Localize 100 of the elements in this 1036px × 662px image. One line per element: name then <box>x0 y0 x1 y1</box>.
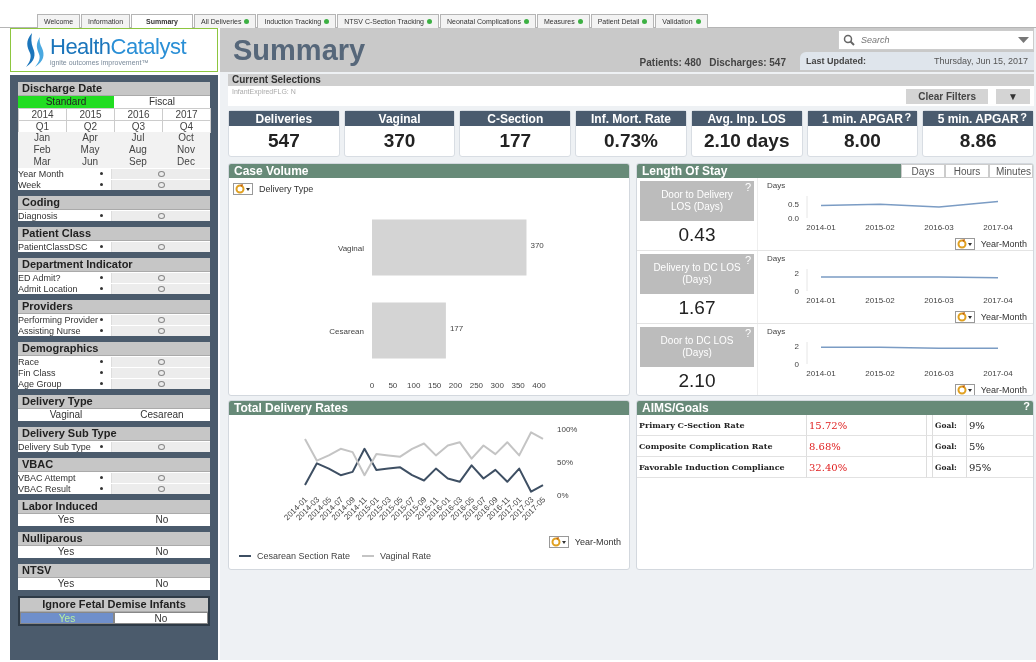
filter-field[interactable] <box>111 179 210 190</box>
axis-label: 2016-03 <box>924 369 954 378</box>
kpi-label: 5 min. APGAR <box>937 111 1019 126</box>
cycle-button[interactable] <box>954 383 975 395</box>
filter-label: VBAC Attempt <box>18 472 77 483</box>
dot-icon <box>100 172 103 175</box>
filter-option[interactable]: No <box>114 612 208 624</box>
filter-label: Age Group <box>18 378 63 389</box>
filter-field[interactable] <box>111 314 210 325</box>
filter-option[interactable]: Yes <box>18 546 114 558</box>
filter-label: Delivery Sub Type <box>18 441 92 452</box>
filter-value[interactable]: Oct <box>162 132 210 144</box>
cycle-button[interactable] <box>548 536 569 548</box>
kpi-value: 0.73% <box>603 130 659 152</box>
filter-label: Week <box>18 179 42 190</box>
dropdown-icon <box>1018 37 1029 43</box>
axis-label: 2016-03 <box>924 296 954 305</box>
section-title: Patient Class <box>18 227 210 241</box>
filter-option[interactable]: Cesarean <box>114 409 210 421</box>
section-title: Coding <box>18 196 210 210</box>
section-title: Labor Induced <box>18 500 210 514</box>
last-updated-date: Thursday, Jun 15, 2017 <box>934 56 1028 66</box>
axis-title: Year-Month <box>980 238 1027 249</box>
filter-option[interactable]: Vaginal <box>18 409 114 421</box>
axis-label: 2014-01 <box>806 369 836 378</box>
filter-field[interactable] <box>111 272 210 283</box>
kpi-label: Deliveries <box>255 111 313 126</box>
last-updated-label: Last Updated: <box>806 56 866 66</box>
dot-icon <box>100 329 103 332</box>
filter-field[interactable] <box>111 483 210 494</box>
unit-button[interactable]: Minutes <box>989 164 1033 178</box>
panel-title: AIMS/Goals <box>642 401 709 415</box>
measure-value: 8.68% <box>807 436 927 457</box>
filter-field[interactable] <box>111 356 210 367</box>
section-title: Demographics <box>18 342 210 356</box>
axis-title: Delivery Type <box>259 184 314 194</box>
kpi-value: 370 <box>382 130 417 152</box>
filter-field[interactable] <box>111 283 210 294</box>
kpi-value: 177 <box>498 130 533 152</box>
filter-field[interactable] <box>111 210 210 221</box>
metric-name: Door to Delivery LOS (Days) <box>660 189 734 213</box>
search-field[interactable]: Search <box>838 30 1034 50</box>
cycle-icon <box>234 184 252 194</box>
filter-field[interactable] <box>111 378 210 389</box>
help-mark[interactable]: ? <box>1023 401 1030 412</box>
metric-value: 0.43 <box>677 224 717 246</box>
axis-title: Days <box>767 181 786 190</box>
filter-option[interactable]: No <box>114 514 210 526</box>
dot-icon <box>100 287 103 290</box>
data-label: 370 <box>530 240 544 250</box>
cycle-button[interactable] <box>954 237 975 250</box>
axis-title: Days <box>767 327 786 336</box>
kpi-value: 2.10 days <box>702 130 791 152</box>
legend-label: Cesarean Section Rate <box>257 551 351 561</box>
clear-filters-button[interactable]: Clear Filters <box>906 89 988 104</box>
axis-label: 2015-02 <box>865 296 895 305</box>
unit-button[interactable]: Hours <box>945 164 989 178</box>
unit-button[interactable]: Days <box>901 164 945 178</box>
filter-option[interactable]: Fiscal <box>114 96 210 108</box>
section-title: Delivery Sub Type <box>18 427 210 441</box>
filter-field[interactable] <box>111 325 210 336</box>
filter-option[interactable]: Standard <box>18 96 114 108</box>
filter-option[interactable]: No <box>114 546 210 558</box>
filter-label: Performing Provider <box>18 314 98 325</box>
filter-field[interactable] <box>111 441 210 452</box>
search-input[interactable]: Search <box>859 34 1014 46</box>
metric-value: 2.10 <box>677 370 717 392</box>
filter-option[interactable]: Yes <box>18 514 114 526</box>
axis-label: 100 <box>407 381 421 390</box>
current-selections-title: Current Selections <box>228 74 1034 86</box>
filter-option[interactable]: Yes <box>18 578 114 590</box>
axis-label: 0 <box>369 381 375 390</box>
help-mark[interactable]: ? <box>1020 111 1027 123</box>
filter-value[interactable]: Apr <box>66 132 114 144</box>
section-title: Providers <box>18 300 210 314</box>
cycle-button[interactable] <box>233 183 253 195</box>
metric-name: Door to DC LOS (Days) <box>659 335 735 359</box>
menu-button[interactable]: ▼ <box>996 89 1030 104</box>
filter-value[interactable]: Jul <box>114 132 162 144</box>
filter-field[interactable] <box>111 472 210 483</box>
filter-field[interactable] <box>111 241 210 252</box>
filter-value[interactable]: Jan <box>18 132 66 144</box>
axis-label: 0 <box>794 287 799 296</box>
metric-value: 1.67 <box>677 297 717 319</box>
axis-label: 350 <box>511 381 525 390</box>
dot-icon <box>100 476 103 479</box>
filter-field[interactable] <box>111 168 210 179</box>
kpi-label: Avg. Inp. LOS <box>707 111 786 126</box>
cycle-button[interactable] <box>954 310 975 323</box>
dot-icon <box>100 214 103 217</box>
section-title: Nulliparous <box>18 532 210 546</box>
page-title: Summary <box>233 33 366 67</box>
help-mark[interactable]: ? <box>904 111 912 123</box>
dot-icon <box>100 276 103 279</box>
axis-label: 2017-04 <box>983 369 1013 378</box>
kpi-value: 8.00 <box>842 130 882 152</box>
filter-field[interactable] <box>111 367 210 378</box>
filter-option[interactable]: No <box>114 578 210 590</box>
section-title: Ignore Fetal Demise Infants <box>20 598 208 612</box>
kpi-value: 8.86 <box>958 130 998 152</box>
